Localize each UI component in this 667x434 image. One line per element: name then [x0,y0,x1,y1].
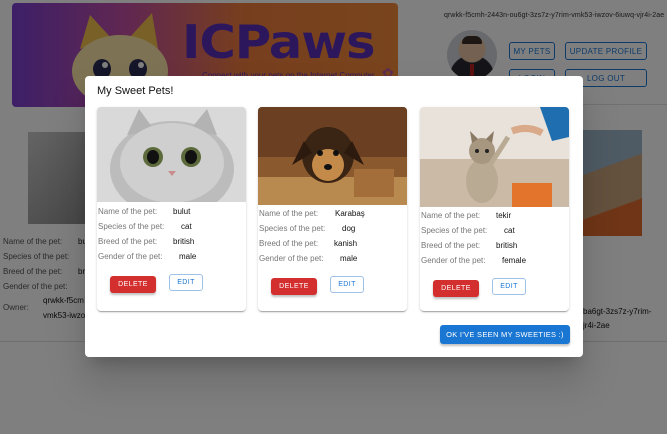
pet-species-label: Species of the pet: [98,222,165,231]
pet-breed-value: kanish [334,239,358,248]
pet-name-value: tekir [496,211,512,220]
edit-pet-button[interactable]: EDIT [330,276,364,293]
pet-photo [420,107,569,207]
pet-species-value: cat [504,226,515,235]
edit-pet-button[interactable]: EDIT [492,278,526,295]
delete-pet-button[interactable]: DELETE [110,276,156,293]
pet-gender-value: male [340,254,358,263]
pet-gender-label: Gender of the pet: [421,256,486,265]
pet-card: Name of the pet: tekir Species of the pe… [420,107,569,311]
pet-breed-label: Breed of the pet: [421,241,481,250]
delete-pet-button[interactable]: DELETE [271,278,317,295]
pet-name-value: bulut [173,207,191,216]
pet-name-label: Name of the pet: [421,211,481,220]
pet-card: Name of the pet: Karabaş Species of the … [258,107,407,311]
pet-species-label: Species of the pet: [421,226,488,235]
pet-breed-value: british [173,237,195,246]
pet-breed-label: Breed of the pet: [98,237,158,246]
pet-photo [258,107,407,205]
pet-photo [97,107,246,202]
delete-pet-button[interactable]: DELETE [433,280,479,297]
pet-name-value: Karabaş [335,209,365,218]
pet-gender-label: Gender of the pet: [98,252,163,261]
ok-seen-sweeties-button[interactable]: OK I'VE SEEN MY SWEETIES :) [440,325,570,344]
pet-name-label: Name of the pet: [259,209,319,218]
dialog-title: My Sweet Pets! [97,85,174,97]
pet-breed-label: Breed of the pet: [259,239,319,248]
cat-photo-icon [97,107,246,202]
pet-gender-value: male [179,252,197,261]
dog-photo-icon [258,107,407,205]
cat-playing-photo-icon [420,107,569,207]
pet-species-label: Species of the pet: [259,224,326,233]
pet-gender-value: female [502,256,527,265]
pet-name-label: Name of the pet: [98,207,158,216]
my-pets-dialog: My Sweet Pets! Name of the pet: bulut Sp… [85,76,583,357]
edit-pet-button[interactable]: EDIT [169,274,203,291]
pet-species-value: cat [181,222,192,231]
pet-breed-value: british [496,241,518,250]
pet-gender-label: Gender of the pet: [259,254,324,263]
pet-species-value: dog [342,224,356,233]
pet-card: Name of the pet: bulut Species of the pe… [97,107,246,311]
